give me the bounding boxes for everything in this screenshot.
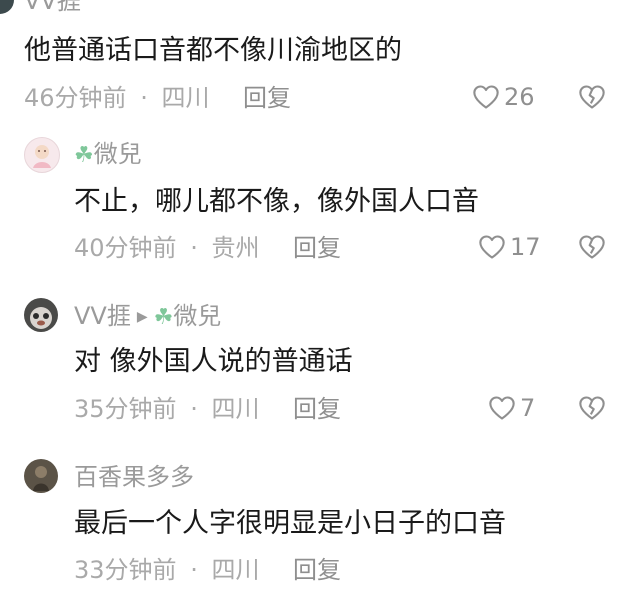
comment-username-row: VV捱 ▶ ☘微兒 (74, 304, 221, 329)
like-count: 17 (510, 233, 541, 261)
comment-text: 他普通话口音都不像川渝地区的 (24, 35, 402, 66)
comment-location: 四川 (161, 84, 210, 112)
comment-username[interactable]: 微兒 (94, 140, 142, 168)
meta-separator: · (190, 234, 198, 262)
right-triangle-icon: ▶ (136, 309, 148, 325)
dislike-button[interactable] (578, 395, 606, 421)
heart-outline-icon (488, 395, 516, 421)
reply-button[interactable]: 回复 (293, 558, 341, 582)
comment-location: 四川 (211, 556, 260, 584)
comment-username[interactable]: VV捱 (74, 302, 131, 330)
heart-outline-icon (478, 234, 506, 260)
comment-location: 四川 (211, 395, 260, 423)
like-button[interactable]: 7 (488, 395, 535, 421)
comment-username[interactable]: VV捱 (24, 0, 81, 13)
comment-time: 40分钟前 (74, 234, 177, 262)
comment-time: 46分钟前 (24, 84, 127, 112)
comment-meta: 40分钟前 · 贵州 (74, 236, 259, 260)
avatar[interactable] (0, 0, 14, 14)
comment-meta: 46分钟前 · 四川 (24, 86, 209, 110)
avatar[interactable] (24, 298, 58, 332)
like-button[interactable]: 17 (478, 234, 541, 260)
like-count: 7 (520, 394, 536, 422)
meta-separator: · (190, 395, 198, 423)
heart-outline-icon (472, 84, 500, 110)
comment-text: 对 像外国人说的普通话 (74, 346, 353, 377)
avatar[interactable] (24, 459, 58, 493)
broken-heart-icon (578, 395, 606, 421)
comment-time: 33分钟前 (74, 556, 177, 584)
dislike-button[interactable] (578, 84, 606, 110)
comment-username[interactable]: 百香果多多 (74, 465, 194, 489)
clover-icon: ☘ (74, 143, 94, 168)
comment-username-row[interactable]: ☘微兒 (74, 142, 142, 167)
clover-icon: ☘ (153, 305, 174, 330)
broken-heart-icon (578, 234, 606, 260)
dislike-button[interactable] (578, 234, 606, 260)
comment-time: 35分钟前 (74, 395, 177, 423)
reply-to-username[interactable]: 微兒 (173, 302, 221, 330)
like-count: 26 (504, 83, 535, 111)
meta-separator: · (190, 556, 198, 584)
comment-text: 不止，哪儿都不像，像外国人口音 (74, 186, 479, 217)
reply-button[interactable]: 回复 (243, 86, 291, 110)
comment-text: 最后一个人字很明显是小日子的口音 (74, 508, 506, 539)
comment-location: 贵州 (211, 234, 260, 262)
avatar[interactable] (24, 137, 60, 173)
reply-button[interactable]: 回复 (293, 397, 341, 421)
comment-meta: 33分钟前 · 四川 (74, 558, 259, 582)
reply-button[interactable]: 回复 (293, 236, 341, 260)
meta-separator: · (140, 84, 148, 112)
comment-meta: 35分钟前 · 四川 (74, 397, 259, 421)
broken-heart-icon (578, 84, 606, 110)
like-button[interactable]: 26 (472, 84, 535, 110)
